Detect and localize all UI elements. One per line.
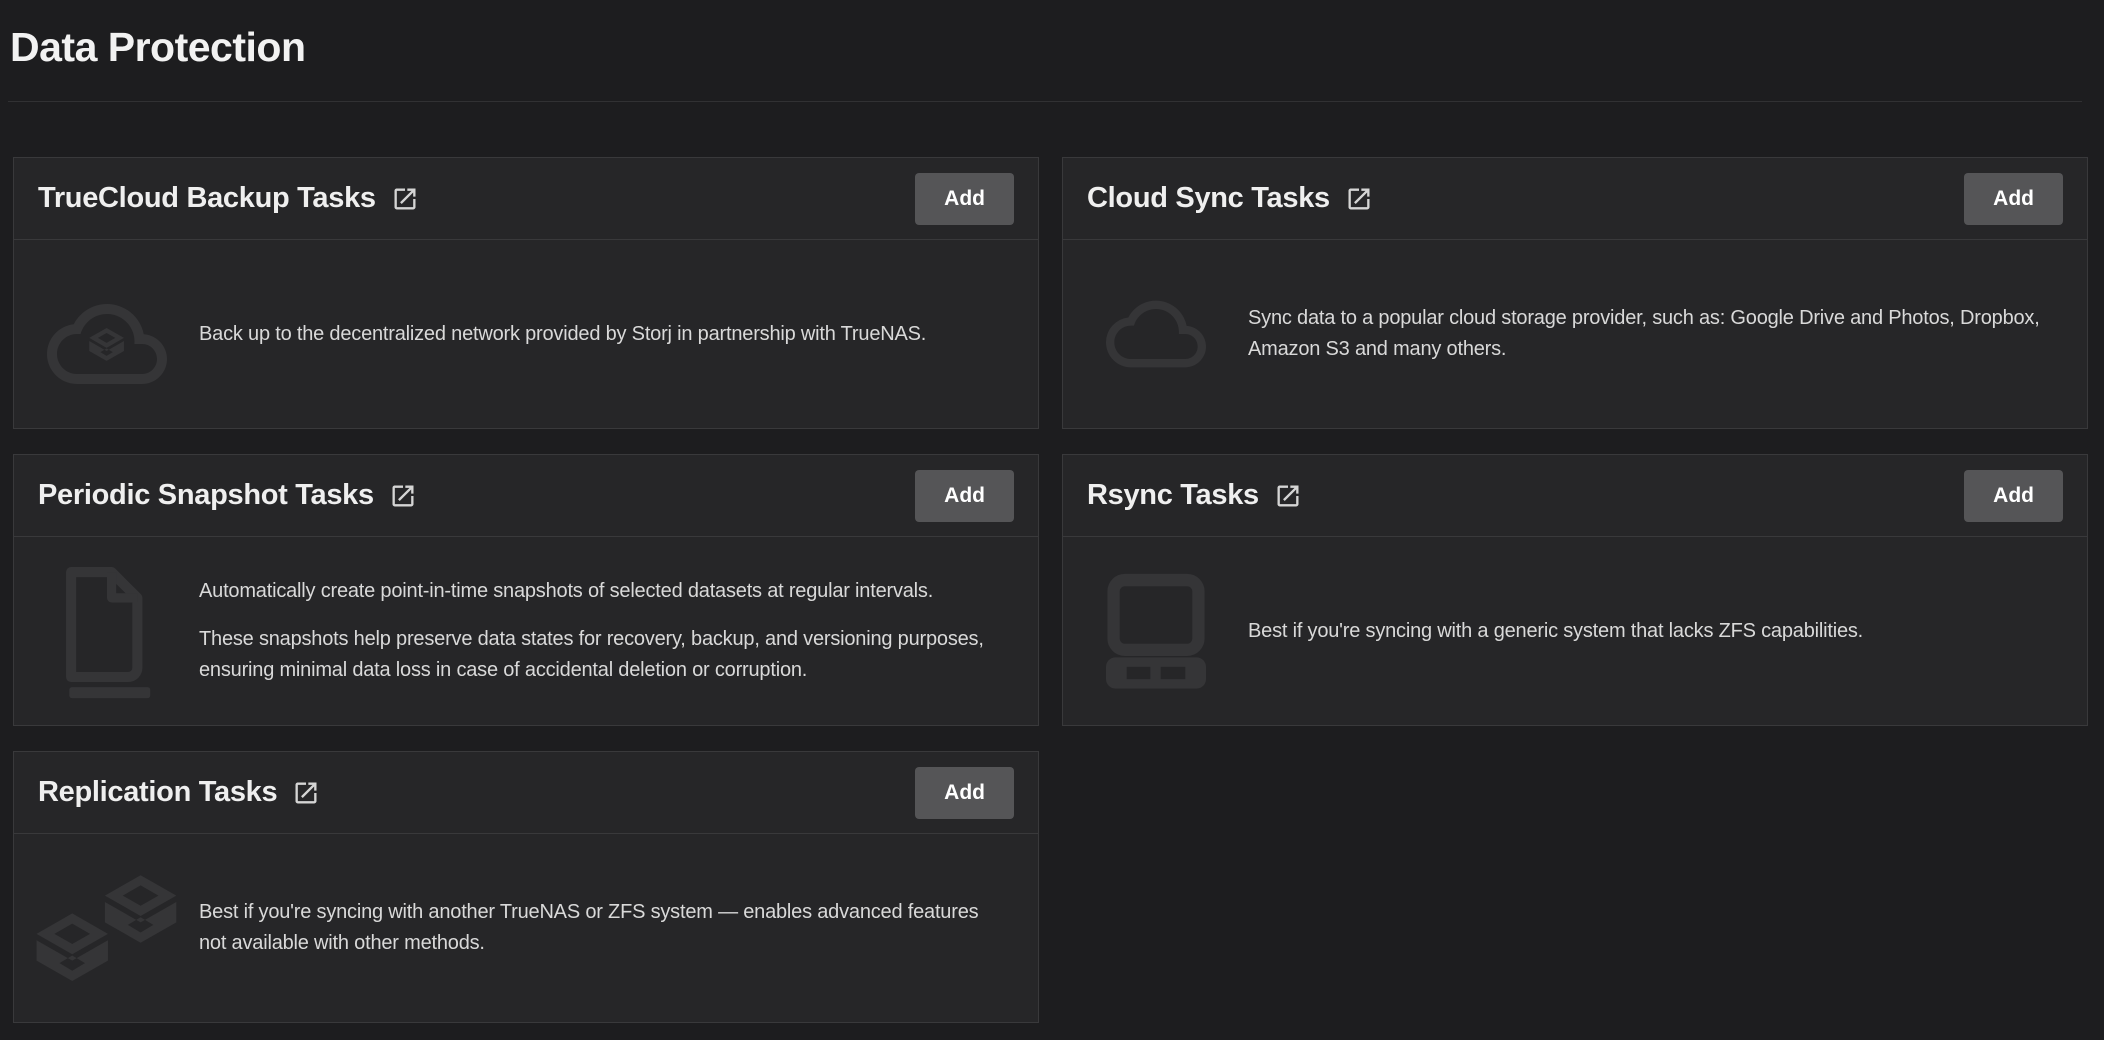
card-description-paragraph: Sync data to a popular cloud storage pro…: [1248, 303, 2059, 365]
card-header: Replication Tasks Add: [14, 752, 1038, 834]
card-title-link[interactable]: Rsync Tasks: [1087, 479, 1302, 512]
card-description: Sync data to a popular cloud storage pro…: [1248, 303, 2059, 365]
snapshots-icon: [14, 562, 199, 700]
card-header: Cloud Sync Tasks Add: [1063, 158, 2087, 240]
card-title: Rsync Tasks: [1087, 479, 1259, 512]
card-description-paragraph: Best if you're syncing with a generic sy…: [1248, 616, 2059, 647]
card-description: Best if you're syncing with another True…: [199, 897, 1010, 959]
add-button[interactable]: Add: [1964, 470, 2063, 522]
card-body: Automatically create point-in-time snaps…: [14, 537, 1038, 725]
card-title: Replication Tasks: [38, 776, 277, 809]
card-cloudsync: Cloud Sync Tasks Add Sync data to a popu…: [1062, 157, 2088, 429]
storj-cloud-icon: [14, 284, 199, 384]
card-description: Back up to the decentralized network pro…: [199, 319, 1010, 350]
card-body: Best if you're syncing with a generic sy…: [1063, 537, 2087, 725]
external-link-icon[interactable]: [389, 482, 417, 510]
card-body: Back up to the decentralized network pro…: [14, 240, 1038, 428]
card-title-link[interactable]: TrueCloud Backup Tasks: [38, 182, 419, 215]
card-header: TrueCloud Backup Tasks Add: [14, 158, 1038, 240]
data-protection-cards-area: TrueCloud Backup Tasks Add Back up to th…: [0, 102, 2104, 1023]
cloud-icon: [1063, 284, 1248, 384]
card-title-link[interactable]: Periodic Snapshot Tasks: [38, 479, 417, 512]
add-button[interactable]: Add: [1964, 173, 2063, 225]
card-description-paragraph: Automatically create point-in-time snaps…: [199, 576, 1010, 607]
card-description-paragraph: Back up to the decentralized network pro…: [199, 319, 1010, 350]
external-link-icon[interactable]: [391, 185, 419, 213]
card-title: Cloud Sync Tasks: [1087, 182, 1330, 215]
page-title: Data Protection: [10, 24, 2094, 71]
card-snapshot: Periodic Snapshot Tasks Add Automaticall…: [13, 454, 1039, 726]
card-header: Rsync Tasks Add: [1063, 455, 2087, 537]
card-rsync: Rsync Tasks Add Best if you're syncing w…: [1062, 454, 2088, 726]
page-header: Data Protection: [0, 0, 2104, 71]
add-button[interactable]: Add: [915, 470, 1014, 522]
cards-column-right: Cloud Sync Tasks Add Sync data to a popu…: [1062, 157, 2088, 726]
external-link-icon[interactable]: [292, 779, 320, 807]
cards-column-left: TrueCloud Backup Tasks Add Back up to th…: [13, 157, 1039, 1023]
card-truecloud: TrueCloud Backup Tasks Add Back up to th…: [13, 157, 1039, 429]
card-title: TrueCloud Backup Tasks: [38, 182, 376, 215]
replication-icon: [14, 875, 199, 982]
add-button[interactable]: Add: [915, 173, 1014, 225]
card-body: Sync data to a popular cloud storage pro…: [1063, 240, 2087, 428]
card-replication: Replication Tasks Add Best if you're syn…: [13, 751, 1039, 1023]
card-description: Best if you're syncing with a generic sy…: [1248, 616, 2059, 647]
card-header: Periodic Snapshot Tasks Add: [14, 455, 1038, 537]
computer-icon: [1063, 573, 1248, 689]
card-title: Periodic Snapshot Tasks: [38, 479, 374, 512]
card-body: Best if you're syncing with another True…: [14, 834, 1038, 1022]
card-description-paragraph: These snapshots help preserve data state…: [199, 624, 1010, 686]
card-title-link[interactable]: Cloud Sync Tasks: [1087, 182, 1373, 215]
external-link-icon[interactable]: [1345, 185, 1373, 213]
add-button[interactable]: Add: [915, 767, 1014, 819]
card-description-paragraph: Best if you're syncing with another True…: [199, 897, 1010, 959]
card-title-link[interactable]: Replication Tasks: [38, 776, 320, 809]
card-description: Automatically create point-in-time snaps…: [199, 576, 1010, 686]
external-link-icon[interactable]: [1274, 482, 1302, 510]
